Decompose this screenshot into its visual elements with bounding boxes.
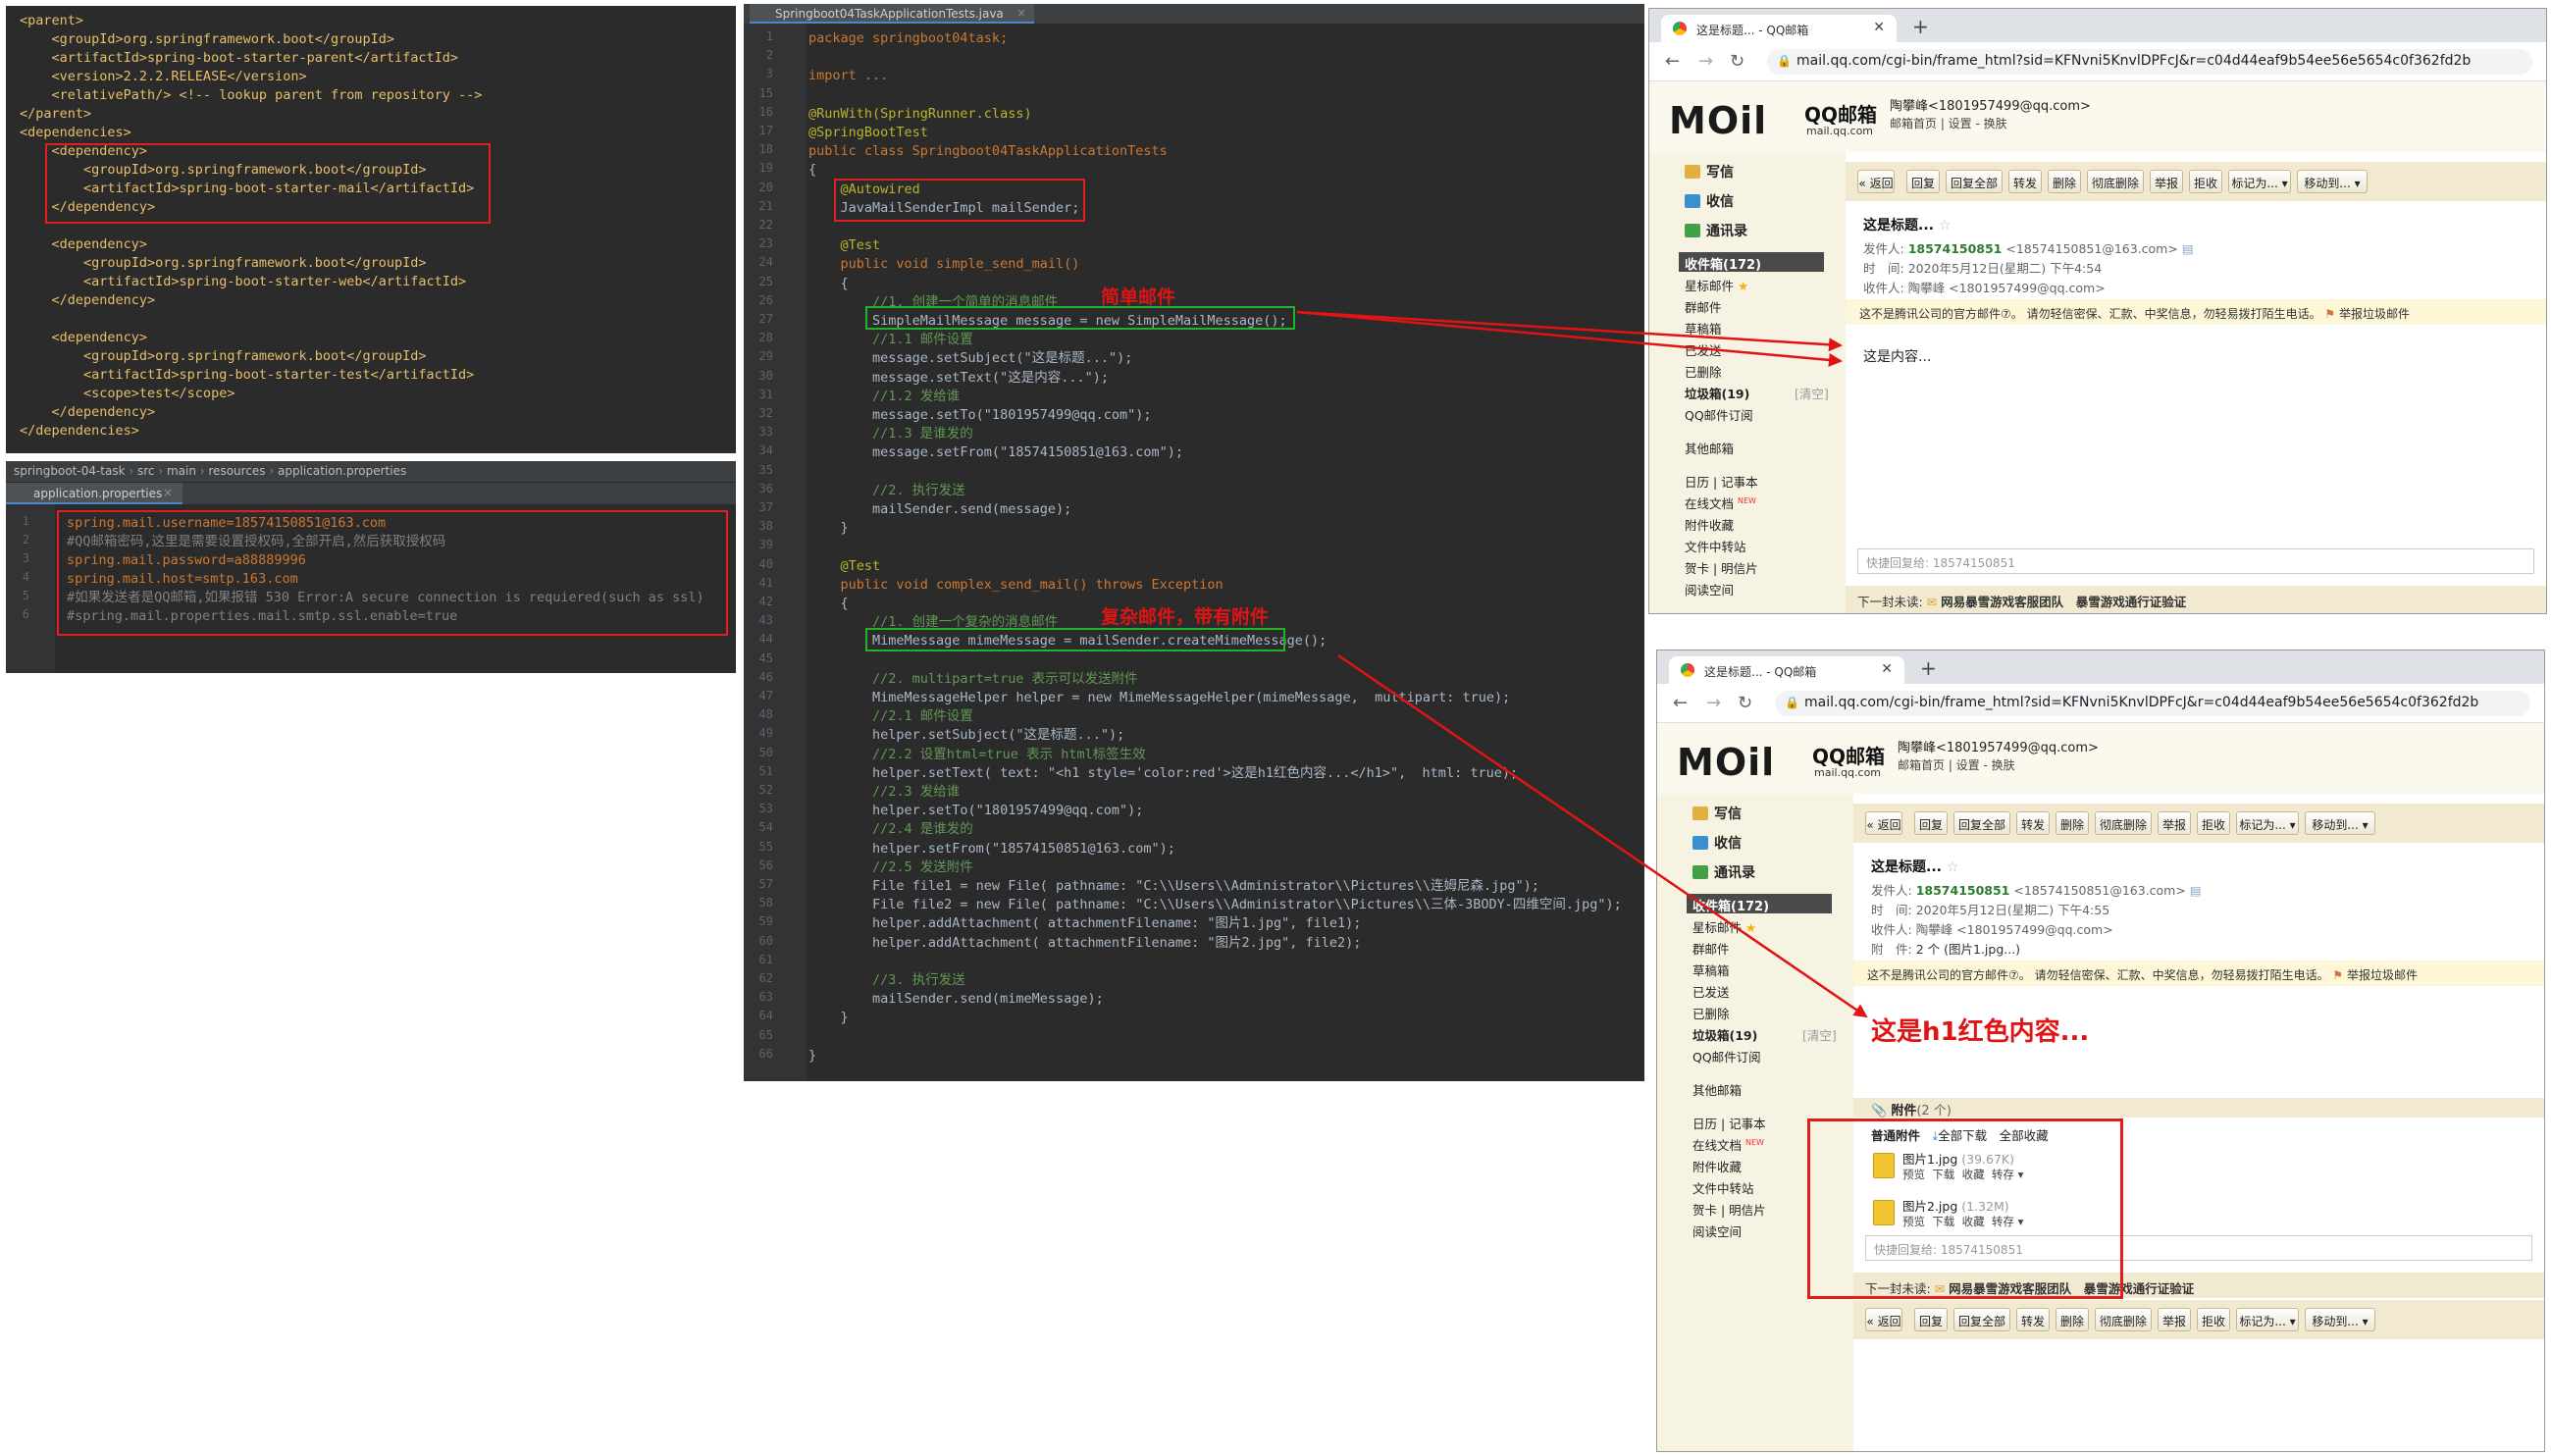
arrow-simple-to-subject <box>1296 310 1843 352</box>
arrow-overlay <box>1296 310 1868 1018</box>
arrow-simple-to-body <box>1296 310 1843 367</box>
arrow-complex-to-h1 <box>1337 653 1868 1018</box>
